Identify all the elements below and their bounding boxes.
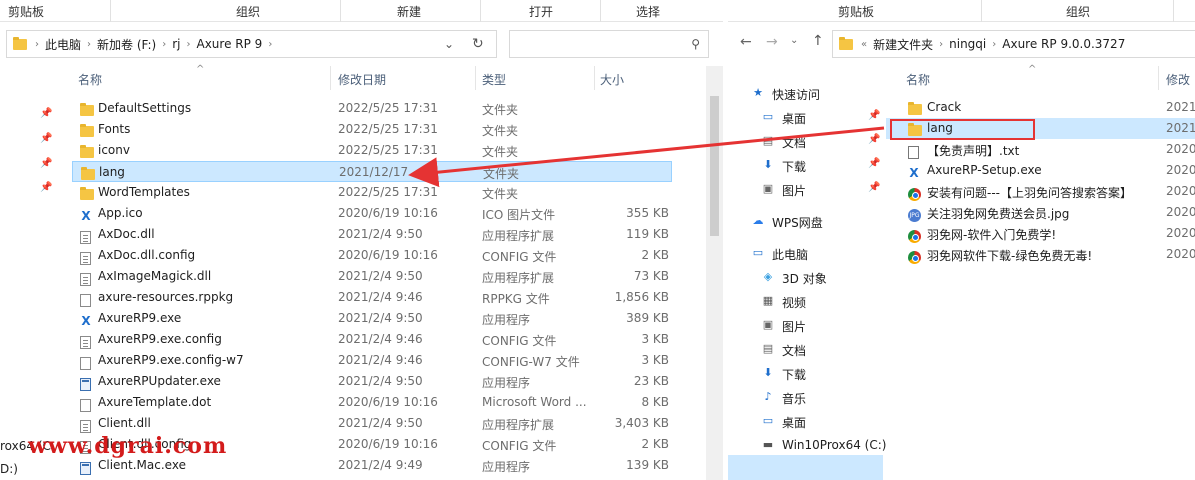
drag-arrow <box>408 126 885 188</box>
drag-arrow-overlay <box>408 126 885 188</box>
